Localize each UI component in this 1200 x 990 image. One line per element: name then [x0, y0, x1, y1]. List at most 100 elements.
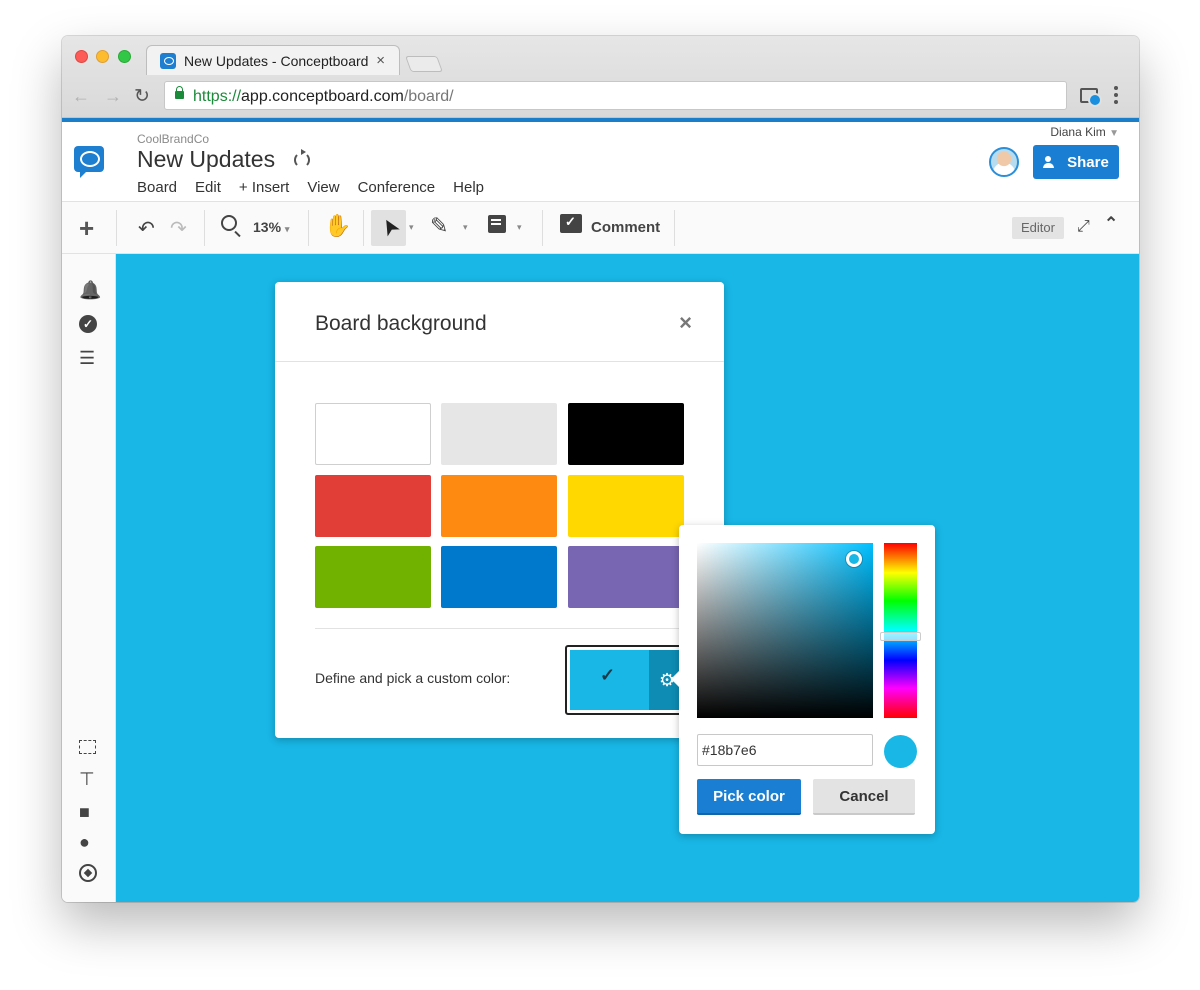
- redo-icon[interactable]: ↷: [170, 216, 187, 241]
- menu-view[interactable]: View: [307, 179, 339, 196]
- swatch-yellow[interactable]: [568, 475, 684, 537]
- area-select-icon[interactable]: [79, 740, 96, 754]
- swatch-white[interactable]: [315, 403, 431, 465]
- popover-arrow: [671, 671, 679, 687]
- swatch-black[interactable]: [568, 403, 684, 465]
- bell-icon[interactable]: 🔔: [79, 280, 101, 301]
- swatch-blue[interactable]: [441, 546, 557, 608]
- video-icon[interactable]: ■: [79, 802, 90, 823]
- board-title[interactable]: New Updates: [137, 146, 275, 173]
- hex-color-input[interactable]: [697, 734, 873, 766]
- dialog-divider: [315, 628, 685, 629]
- app-menu: Board Edit + Insert View Conference Help: [137, 179, 502, 196]
- organization-name[interactable]: CoolBrandCo: [137, 132, 209, 146]
- custom-color-label: Define and pick a custom color:: [315, 670, 511, 686]
- fullscreen-icon[interactable]: ⤢: [1077, 218, 1090, 236]
- board-background-dialog: Board background × Define and pick a cus…: [275, 282, 724, 738]
- toolbar-divider: [674, 210, 675, 246]
- zoom-value: 13%: [253, 219, 282, 235]
- browser-window: New Updates - Conceptboard × ← → ↻ https…: [62, 36, 1139, 902]
- toolbar-divider: [308, 210, 309, 246]
- conceptboard-favicon-icon: [160, 53, 176, 69]
- color-preview-circle: [884, 735, 917, 768]
- user-name: Diana Kim: [1050, 125, 1106, 139]
- color-picker-popover: Pick color Cancel: [671, 525, 935, 834]
- swatch-red[interactable]: [315, 475, 431, 537]
- comment-button[interactable]: Comment: [591, 219, 660, 236]
- comment-icon[interactable]: [560, 214, 582, 233]
- reload-icon[interactable]: ↻: [134, 85, 150, 108]
- menu-insert[interactable]: + Insert: [239, 179, 289, 196]
- saturation-value-area[interactable]: [697, 543, 873, 718]
- chevron-down-icon: ▼: [1109, 128, 1119, 139]
- user-menu[interactable]: Diana Kim ▼: [1050, 125, 1119, 139]
- toolbar-divider: [363, 210, 364, 246]
- zoom-level[interactable]: 13% ▾: [253, 219, 289, 235]
- swatch-orange[interactable]: [441, 475, 557, 537]
- compass-icon[interactable]: [79, 864, 97, 882]
- toolbar-divider: [542, 210, 543, 246]
- cancel-button[interactable]: Cancel: [813, 779, 915, 815]
- chevron-down-icon: ▾: [284, 224, 290, 234]
- menu-board[interactable]: Board: [137, 179, 177, 196]
- avatar[interactable]: [989, 147, 1019, 177]
- sync-icon[interactable]: [294, 149, 310, 168]
- hue-handle[interactable]: [880, 632, 921, 641]
- toolbar-divider: [204, 210, 205, 246]
- collapse-icon[interactable]: ⌃: [1104, 214, 1118, 234]
- share-button[interactable]: Share: [1033, 145, 1119, 179]
- toolbar: + ↶ ↷ 13% ▾ ✋ ➤ ▾ ✎ ▾ ▾ Comment Editor ⤢…: [62, 202, 1139, 254]
- saturation-handle[interactable]: [846, 551, 862, 567]
- chevron-down-icon[interactable]: ▾: [409, 222, 414, 233]
- new-tab-button[interactable]: [405, 56, 443, 72]
- swatch-green[interactable]: [315, 546, 431, 608]
- menu-help[interactable]: Help: [453, 179, 484, 196]
- chat-icon[interactable]: ●: [79, 832, 90, 853]
- tab-close-icon[interactable]: ×: [376, 52, 385, 69]
- check-icon: ✓: [600, 665, 616, 685]
- screenshot-extension-icon[interactable]: [1080, 88, 1102, 107]
- address-bar[interactable]: https://app.conceptboard.com/board/: [164, 81, 1067, 110]
- close-icon[interactable]: ×: [679, 310, 692, 336]
- swatch-light-gray[interactable]: [441, 403, 557, 465]
- url-text: https://app.conceptboard.com/board/: [193, 88, 454, 106]
- users-icon: [1043, 156, 1059, 168]
- minimize-window-icon[interactable]: [96, 50, 109, 63]
- browser-tab[interactable]: New Updates - Conceptboard ×: [146, 45, 400, 75]
- url-host: app.conceptboard.com: [241, 88, 404, 105]
- browser-menu-icon[interactable]: [1114, 86, 1118, 104]
- dialog-divider: [275, 361, 724, 362]
- undo-icon[interactable]: ↶: [138, 216, 155, 241]
- presentation-icon[interactable]: ⊤: [79, 769, 95, 790]
- check-circle-icon[interactable]: ✓: [79, 315, 97, 333]
- browser-chrome: New Updates - Conceptboard × ← → ↻ https…: [62, 36, 1139, 118]
- menu-edit[interactable]: Edit: [195, 179, 221, 196]
- chevron-down-icon[interactable]: ▾: [463, 222, 468, 233]
- share-label: Share: [1067, 153, 1109, 171]
- swatch-purple[interactable]: [568, 546, 684, 608]
- zoom-icon[interactable]: [221, 215, 237, 231]
- dialog-title: Board background: [315, 312, 487, 335]
- app-header: CoolBrandCo New Updates Board Edit + Ins…: [62, 122, 1139, 202]
- lock-icon: [175, 86, 184, 99]
- toolbar-divider: [116, 210, 117, 246]
- close-window-icon[interactable]: [75, 50, 88, 63]
- add-icon[interactable]: +: [79, 213, 94, 244]
- conceptboard-logo-icon[interactable]: [74, 146, 104, 178]
- role-badge: Editor: [1012, 217, 1064, 239]
- maximize-window-icon[interactable]: [118, 50, 131, 63]
- sticky-note-icon[interactable]: [488, 215, 506, 233]
- pick-color-button[interactable]: Pick color: [697, 779, 801, 815]
- menu-conference[interactable]: Conference: [358, 179, 436, 196]
- back-icon[interactable]: ←: [72, 86, 90, 107]
- hue-slider[interactable]: [880, 543, 921, 718]
- forward-icon[interactable]: →: [104, 86, 122, 107]
- tab-title: New Updates - Conceptboard: [184, 53, 369, 69]
- url-path: /board/: [403, 88, 454, 105]
- hand-icon[interactable]: ✋: [324, 213, 351, 239]
- url-protocol: https://: [193, 88, 242, 105]
- left-sidebar: 🔔 ✓ ☰ ⊤ ■ ●: [62, 254, 116, 902]
- pen-icon[interactable]: ✎: [430, 213, 448, 239]
- list-icon[interactable]: ☰: [79, 348, 95, 369]
- chevron-down-icon[interactable]: ▾: [517, 222, 522, 233]
